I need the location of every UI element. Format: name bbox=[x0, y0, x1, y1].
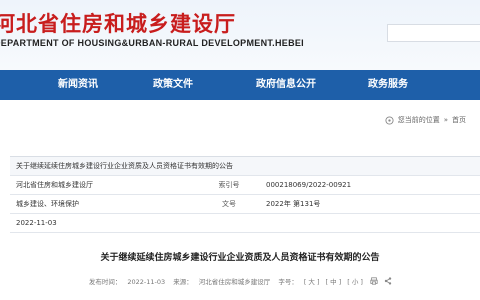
info-category: 城乡建设、环境保护 bbox=[16, 200, 79, 208]
location-icon bbox=[385, 115, 394, 125]
table-row: 城乡建设、环境保护 文号 2022年 第131号 bbox=[10, 195, 480, 214]
breadcrumb: 您当前的位置 » 首页 bbox=[385, 115, 466, 125]
font-small-button[interactable]: [ 小 ] bbox=[347, 278, 363, 286]
nav-item-services[interactable]: 政务服务 bbox=[358, 70, 418, 100]
info-publisher: 河北省住房和城乡建设厅 bbox=[16, 181, 93, 189]
table-row: 2022-11-03 bbox=[10, 214, 480, 233]
font-size-label: 字号： bbox=[278, 278, 298, 286]
breadcrumb-home[interactable]: 首页 bbox=[452, 115, 466, 125]
article-meta: 发布时间： 2022-11-03 来源： 河北省住房和城乡建设厅 字号： [ 大 ] [… bbox=[0, 276, 480, 287]
nav-item-gov-info[interactable]: 政府信息公开 bbox=[238, 70, 334, 100]
info-label-index: 索引号 bbox=[218, 181, 240, 189]
site-title-en: DEPARTMENT OF HOUSING&URBAN-RURAL DEVELO… bbox=[0, 38, 304, 48]
nav-item-policy[interactable]: 政策文件 bbox=[134, 70, 212, 100]
print-icon[interactable] bbox=[370, 277, 378, 287]
info-title: 关于继续延续住房城乡建设行业企业资质及人员资格证书有效期的公告 bbox=[16, 162, 233, 170]
main-nav: 新闻资讯 政策文件 政府信息公开 政务服务 bbox=[0, 70, 480, 100]
info-index-number: 000218069/2022-00921 bbox=[266, 181, 352, 189]
info-table: 关于继续延续住房城乡建设行业企业资质及人员资格证书有效期的公告 河北省住房和城乡… bbox=[10, 156, 480, 233]
source-name: 河北省住房和城乡建设厅 bbox=[198, 278, 271, 286]
source-label: 来源： bbox=[173, 278, 193, 286]
site-header: 河北省住房和城乡建设厅 DEPARTMENT OF HOUSING&URBAN-… bbox=[0, 0, 480, 70]
info-title-row: 关于继续延续住房城乡建设行业企业资质及人员资格证书有效期的公告 bbox=[10, 157, 480, 176]
article-title: 关于继续延续住房城乡建设行业企业资质及人员资格证书有效期的公告 bbox=[100, 253, 380, 263]
breadcrumb-prefix: 您当前的位置 bbox=[397, 116, 440, 124]
info-label-docno: 文号 bbox=[222, 200, 236, 208]
publish-label: 发布时间： bbox=[88, 278, 122, 286]
site-title-cn[interactable]: 河北省住房和城乡建设厅 bbox=[0, 8, 236, 38]
search-input[interactable] bbox=[387, 24, 480, 42]
publish-date: 2022-11-03 bbox=[127, 278, 166, 286]
info-doc-number: 2022年 第131号 bbox=[266, 200, 321, 208]
table-row: 河北省住房和城乡建设厅 索引号 000218069/2022-00921 bbox=[10, 176, 480, 195]
share-icon[interactable] bbox=[384, 277, 392, 287]
breadcrumb-separator: » bbox=[443, 116, 448, 124]
font-medium-button[interactable]: [ 中 ] bbox=[326, 278, 342, 286]
nav-item-news[interactable]: 新闻资讯 bbox=[52, 70, 104, 100]
info-date: 2022-11-03 bbox=[16, 219, 57, 227]
font-large-button[interactable]: [ 大 ] bbox=[304, 278, 320, 286]
